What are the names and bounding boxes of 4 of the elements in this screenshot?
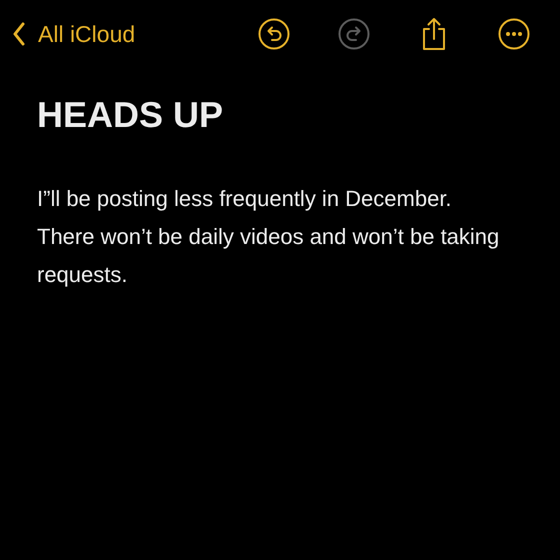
note-body: I”ll be posting less frequently in December. There won’t be daily videos and won’t be taking requests.	[37, 185, 500, 289]
back-button[interactable]: All iCloud	[12, 20, 136, 48]
chevron-left-icon	[12, 22, 26, 46]
note-title: HEADS UP	[37, 94, 224, 136]
